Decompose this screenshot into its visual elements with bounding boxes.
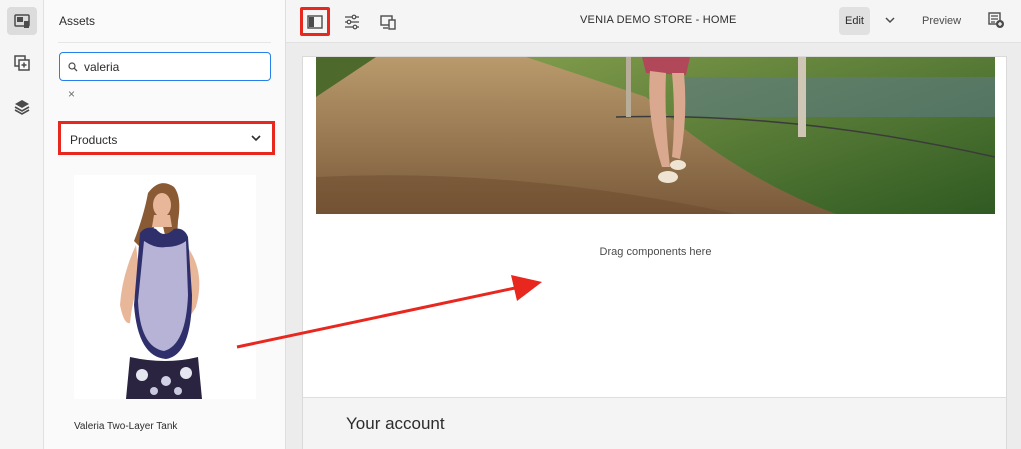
panel-title: Assets — [59, 14, 96, 28]
clear-search-button[interactable]: × — [68, 87, 75, 101]
layers-rail-button[interactable] — [7, 93, 37, 121]
product-thumbnail-image — [74, 175, 256, 399]
sliders-icon — [345, 14, 359, 29]
account-section: Your account — [303, 397, 1006, 449]
emulator-button[interactable] — [373, 7, 403, 36]
drop-zone-placeholder[interactable]: Drag components here — [303, 246, 1008, 258]
page-preview: Drag components here Your account — [302, 56, 1007, 449]
search-input[interactable] — [84, 60, 254, 74]
panel-divider — [58, 42, 271, 43]
preview-button[interactable]: Preview — [922, 15, 961, 27]
product-asset-card[interactable] — [74, 175, 256, 399]
editor-toolbar: VENIA DEMO STORE - HOME Edit Preview — [286, 0, 1021, 43]
chevron-down-icon[interactable] — [884, 14, 896, 26]
account-heading: Your account — [346, 414, 445, 433]
page-title: VENIA DEMO STORE - HOME — [580, 14, 737, 26]
components-rail-button[interactable] — [7, 49, 37, 77]
asset-search-field[interactable] — [59, 52, 271, 81]
device-preview-icon — [380, 14, 396, 30]
hero-banner-image[interactable] — [316, 57, 995, 214]
edit-mode-button[interactable]: Edit — [839, 7, 870, 35]
side-rail — [0, 0, 44, 449]
hero-image — [316, 57, 995, 214]
components-icon — [14, 55, 30, 71]
editor-canvas: Drag components here Your account — [286, 43, 1021, 449]
side-panel-icon — [307, 14, 323, 29]
toggle-side-panel-button[interactable] — [300, 7, 330, 36]
search-icon — [68, 62, 78, 72]
asset-finder-icon — [14, 14, 30, 28]
asset-finder-rail-button[interactable] — [7, 7, 37, 35]
editor-root: Assets × Products — [0, 0, 1021, 449]
asset-card-label: Valeria Two-Layer Tank — [74, 421, 178, 432]
page-properties-button[interactable] — [337, 7, 367, 36]
annotations-icon[interactable] — [986, 10, 1006, 30]
chevron-down-icon — [251, 135, 261, 142]
assets-panel: Assets × Products — [44, 0, 286, 449]
layers-icon — [14, 100, 30, 115]
asset-type-dropdown[interactable]: Products — [58, 121, 275, 155]
asset-type-selected: Products — [70, 133, 118, 147]
